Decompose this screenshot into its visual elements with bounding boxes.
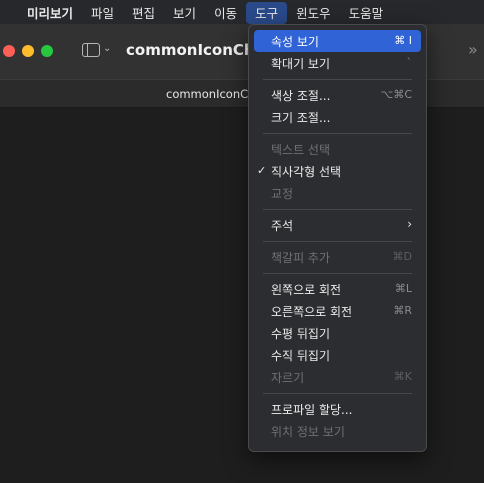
menu-item-label: 직사각형 선택 xyxy=(271,164,342,179)
menu-edit[interactable]: 편집 xyxy=(123,0,164,24)
tools-menu-dropdown: 속성 보기 ⌘ I 확대기 보기 ` 색상 조절... ⌥⌘C 크기 조절...… xyxy=(248,24,427,452)
menu-item-adjust-color[interactable]: 색상 조절... ⌥⌘C xyxy=(254,84,421,106)
menu-item-label: 색상 조절... xyxy=(271,88,331,103)
menu-item-label: 교정 xyxy=(271,186,294,201)
chevron-down-icon[interactable]: ⌄ xyxy=(103,43,111,54)
menu-separator xyxy=(263,79,412,80)
tab-document[interactable]: commonIconCh xyxy=(166,87,255,101)
shortcut-label: ⌘D xyxy=(392,250,412,263)
menu-go[interactable]: 이동 xyxy=(205,0,246,24)
document-title: commonIconChe xyxy=(126,41,265,59)
menu-item-annotate[interactable]: 주석 › xyxy=(254,214,421,236)
menu-item-crop: 자르기 ⌘K xyxy=(254,366,421,388)
menu-separator xyxy=(263,393,412,394)
apple-icon[interactable] xyxy=(0,0,14,24)
menu-item-label: 확대기 보기 xyxy=(271,56,331,71)
menu-item-assign-profile[interactable]: 프로파일 할당... xyxy=(254,398,421,420)
menu-item-label: 수직 뒤집기 xyxy=(271,348,331,363)
submenu-arrow-icon: › xyxy=(407,217,412,231)
menu-item-show-magnifier[interactable]: 확대기 보기 ` xyxy=(254,52,421,74)
menu-item-label: 수평 뒤집기 xyxy=(271,326,331,341)
menu-item-rotate-left[interactable]: 왼쪽으로 회전 ⌘L xyxy=(254,278,421,300)
checkmark-icon: ✓ xyxy=(257,164,267,177)
menu-preview[interactable]: 미리보기 xyxy=(18,0,82,24)
menu-item-label: 주석 xyxy=(271,218,294,233)
menu-item-label: 오른쪽으로 회전 xyxy=(271,304,353,319)
menu-window[interactable]: 윈도우 xyxy=(287,0,340,24)
menu-separator xyxy=(263,273,412,274)
menu-tools[interactable]: 도구 xyxy=(246,1,288,24)
menu-item-label: 크기 조절... xyxy=(271,110,331,125)
shortcut-label: ⌥⌘C xyxy=(380,88,412,101)
shortcut-label: ⌘L xyxy=(394,282,412,295)
menu-view[interactable]: 보기 xyxy=(164,0,205,24)
minimize-window-button[interactable] xyxy=(22,45,34,57)
menu-item-label: 속성 보기 xyxy=(271,34,319,49)
menu-bar: 미리보기 파일 편집 보기 이동 도구 윈도우 도움말 xyxy=(0,0,484,24)
menu-item-redact: 교정 xyxy=(254,182,421,204)
sidebar-toggle-icon[interactable] xyxy=(82,43,100,57)
menu-item-show-inspector[interactable]: 속성 보기 ⌘ I xyxy=(254,30,421,52)
menu-item-label: 프로파일 할당... xyxy=(271,402,353,417)
close-window-button[interactable] xyxy=(3,45,15,57)
menu-separator xyxy=(263,133,412,134)
menu-separator xyxy=(263,209,412,210)
menu-item-add-bookmark: 책갈피 추가 ⌘D xyxy=(254,246,421,268)
menu-item-label: 위치 정보 보기 xyxy=(271,424,345,439)
menu-item-adjust-size[interactable]: 크기 조절... xyxy=(254,106,421,128)
menu-item-label: 텍스트 선택 xyxy=(271,142,331,157)
zoom-window-button[interactable] xyxy=(41,45,53,57)
menu-item-rectangular-selection[interactable]: ✓ 직사각형 선택 xyxy=(254,160,421,182)
menu-item-show-location-info: 위치 정보 보기 xyxy=(254,420,421,442)
shortcut-label: ⌘K xyxy=(393,370,412,383)
menu-item-label: 왼쪽으로 회전 xyxy=(271,282,342,297)
menu-item-flip-horizontal[interactable]: 수평 뒤집기 xyxy=(254,322,421,344)
shortcut-label: ⌘R xyxy=(393,304,412,317)
menu-help[interactable]: 도움말 xyxy=(340,0,393,24)
shortcut-label: ` xyxy=(406,56,413,69)
menu-item-rotate-right[interactable]: 오른쪽으로 회전 ⌘R xyxy=(254,300,421,322)
menu-file[interactable]: 파일 xyxy=(82,0,123,24)
toolbar-overflow-icon[interactable]: » xyxy=(468,40,484,59)
menu-item-label: 책갈피 추가 xyxy=(271,250,331,265)
menu-separator xyxy=(263,241,412,242)
menu-item-label: 자르기 xyxy=(271,370,305,385)
menu-item-text-selection: 텍스트 선택 xyxy=(254,138,421,160)
shortcut-label: ⌘ I xyxy=(394,34,412,47)
menu-item-flip-vertical[interactable]: 수직 뒤집기 xyxy=(254,344,421,366)
